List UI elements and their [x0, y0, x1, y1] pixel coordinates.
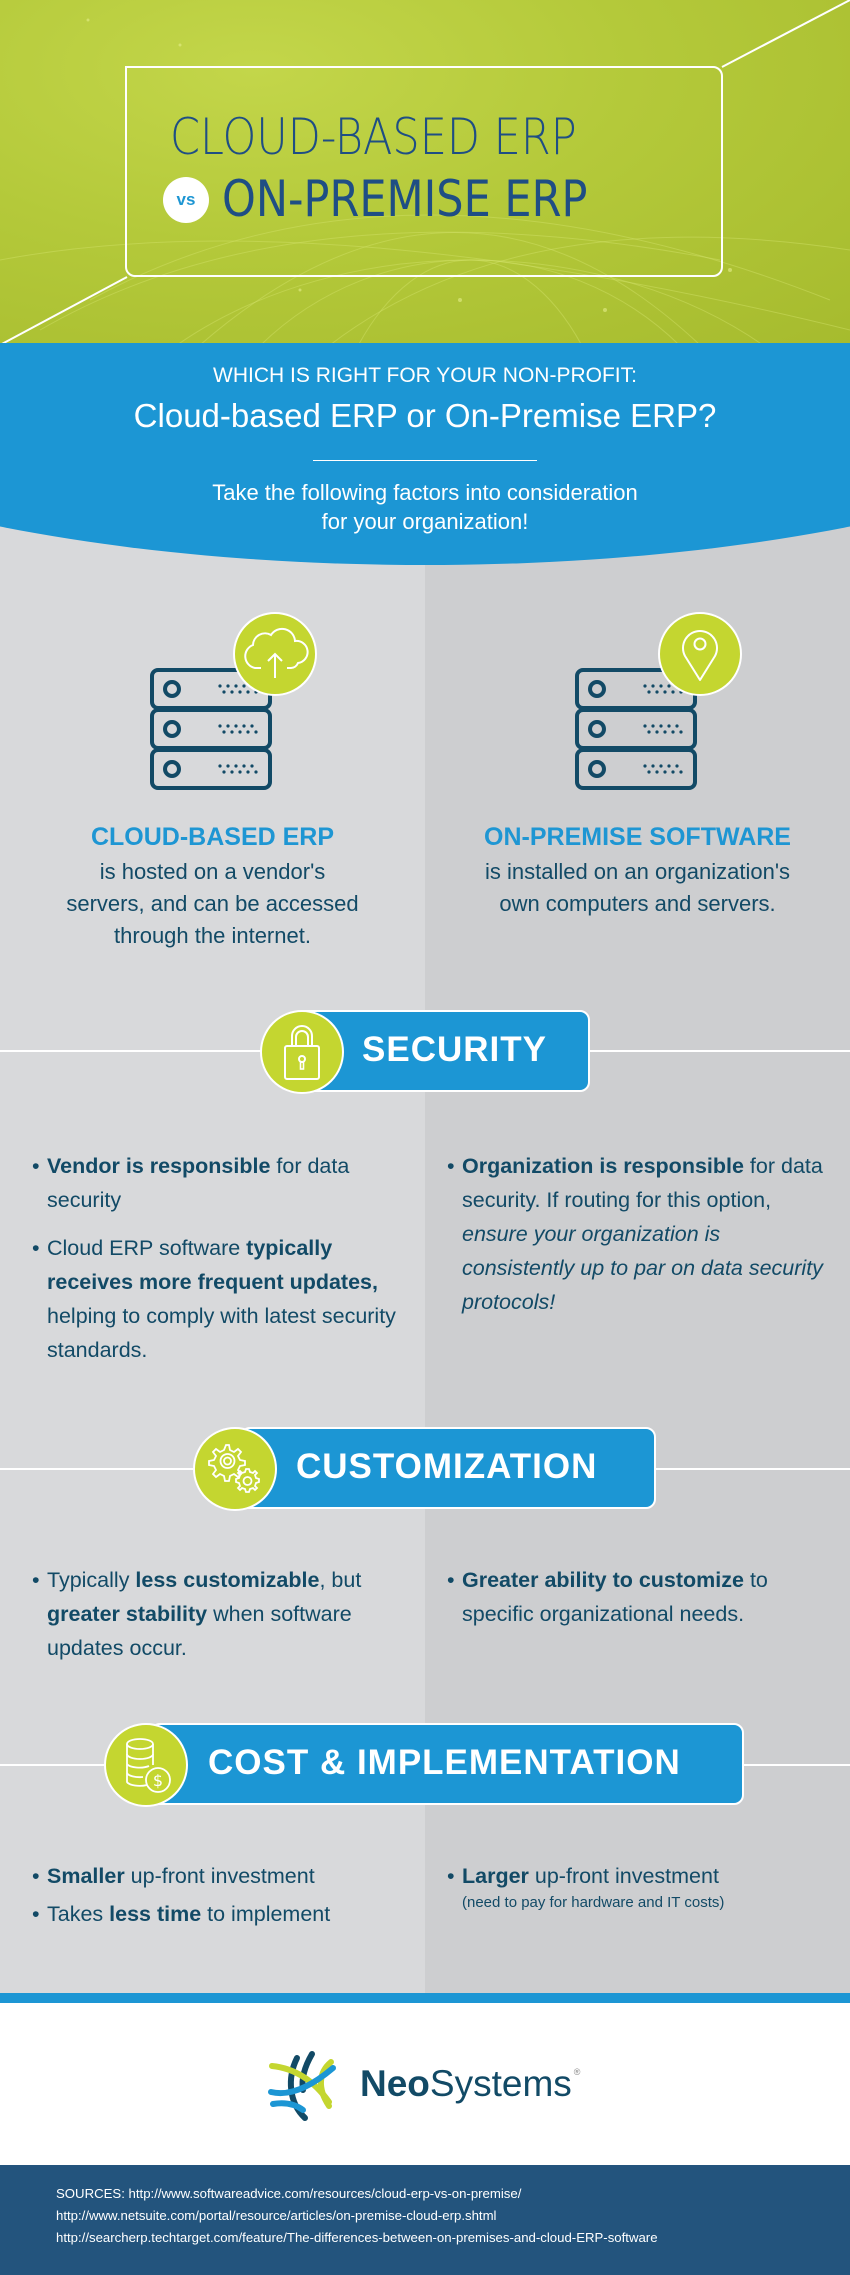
intro-subtitle-line: Take the following factors into consider…	[212, 480, 638, 505]
cloud-definition-title: CLOUD-BASED ERP	[90, 823, 335, 851]
location-pin-icon	[682, 630, 718, 681]
definition-line: servers, and can be accessed	[66, 891, 359, 916]
bullet-emphasis: Smaller	[47, 1864, 125, 1888]
bullet-dot: •	[447, 1154, 455, 1178]
hero-banner: CLOUD-BASED ERP vs ON-PREMISE ERP	[0, 0, 850, 345]
title-cloud-erp: CLOUD-BASED ERP	[170, 108, 577, 166]
customization-title: CUSTOMIZATION	[296, 1447, 598, 1486]
perspective-line-left	[0, 276, 128, 345]
perspective-line-right	[721, 0, 850, 68]
bullet-emphasis: Larger	[462, 1864, 529, 1888]
bullet-emphasis: greater stability	[47, 1602, 208, 1626]
cost-title: COST & IMPLEMENTATION	[208, 1743, 681, 1782]
bullet-item: • Cloud ERP software typically receives …	[32, 1231, 412, 1367]
bullet-item: • Vendor is responsible for data securit…	[32, 1149, 412, 1217]
bullet-emphasis: Vendor is responsible	[47, 1154, 271, 1178]
vs-badge: vs	[163, 177, 209, 223]
onpremise-definition-body: is installed on an organization's own co…	[425, 856, 850, 920]
neosystems-logo-mark	[268, 2051, 336, 2121]
sources-section: SOURCES: http://www.softwareadvice.com/r…	[0, 2165, 850, 2275]
source-link[interactable]: SOURCES: http://www.softwareadvice.com/r…	[56, 2183, 850, 2205]
bullet-dot: •	[447, 1568, 455, 1592]
intro-divider	[313, 460, 537, 461]
bullet-emphasis: Organization is responsible	[462, 1154, 744, 1178]
bullet-item: • Smaller up-front investment	[32, 1859, 412, 1893]
intro-subtitle: Take the following factors into consider…	[0, 478, 850, 536]
bullet-text: , but	[319, 1568, 362, 1592]
definition-line: is hosted on a vendor's	[99, 859, 326, 884]
source-link[interactable]: http://www.netsuite.com/portal/resource/…	[56, 2205, 850, 2227]
location-badge	[658, 612, 742, 696]
infographic: CLOUD-BASED ERP vs ON-PREMISE ERP WHICH …	[0, 0, 850, 2275]
cost-badge: $	[104, 1723, 188, 1807]
intro-subtitle-line: for your organization!	[321, 509, 529, 534]
security-onpremise-points: • Organization is responsible for data s…	[447, 1149, 832, 1333]
security-cloud-points: • Vendor is responsible for data securit…	[32, 1149, 412, 1381]
customization-badge	[193, 1427, 277, 1511]
bullet-item: • Typically less customizable, but great…	[32, 1563, 412, 1665]
svg-text:$: $	[153, 1771, 163, 1790]
bullet-item: • Organization is responsible for data s…	[447, 1149, 832, 1319]
bullet-emphasis: less customizable	[135, 1568, 320, 1592]
footer-band	[0, 1993, 850, 2003]
definition-line: own computers and servers.	[499, 891, 776, 916]
bullet-text: Cloud ERP software	[47, 1236, 247, 1260]
neosystems-logo-text: NeoSystems ®	[360, 2063, 580, 2105]
intro-kicker: WHICH IS RIGHT FOR YOUR NON-PROFIT:	[213, 364, 637, 387]
definition-line: is installed on an organization's	[484, 859, 791, 884]
bullet-emphasis: less time	[109, 1902, 202, 1926]
onpremise-definition-title: ON-PREMISE SOFTWARE	[484, 823, 791, 851]
security-badge	[260, 1010, 344, 1094]
bullet-text: Takes	[47, 1902, 110, 1926]
security-title: SECURITY	[362, 1030, 547, 1069]
bullet-dot: •	[32, 1568, 40, 1592]
coins-dollar-icon: $	[126, 1738, 171, 1793]
cloud-definition-body: is hosted on a vendor's servers, and can…	[0, 856, 425, 952]
customization-onpremise-points: • Greater ability to customize to specif…	[447, 1563, 832, 1645]
definition-line: through the internet.	[114, 923, 311, 948]
bullet-dot: •	[32, 1864, 40, 1888]
bullet-dot: •	[32, 1154, 40, 1178]
bullet-note: (need to pay for hardware and IT costs)	[462, 1894, 725, 1911]
bullet-dot: •	[32, 1236, 40, 1260]
gears-icon	[208, 1444, 260, 1493]
bullet-emphasis: Greater ability to customize	[462, 1568, 744, 1592]
cost-onpremise-points: • Larger up-front investment (need to pa…	[447, 1859, 832, 1927]
bullet-text: Typically	[47, 1568, 136, 1592]
intro-question: Cloud-based ERP or On-Premise ERP?	[133, 397, 717, 434]
cloud-badge	[233, 612, 317, 696]
padlock-icon	[284, 1025, 320, 1080]
logo-bold: Neo	[360, 2063, 430, 2104]
bullet-item: • Larger up-front investment (need to pa…	[447, 1859, 832, 1913]
logo-light: Systems	[429, 2063, 572, 2104]
registered-mark: ®	[573, 2067, 581, 2077]
cost-cloud-points: • Smaller up-front investment • Takes le…	[32, 1859, 412, 1945]
customization-cloud-points: • Typically less customizable, but great…	[32, 1563, 412, 1679]
bullet-text: up-front investment	[528, 1864, 719, 1888]
bullet-item: • Greater ability to customize to specif…	[447, 1563, 832, 1631]
bullet-text: up-front investment	[124, 1864, 315, 1888]
bullet-dot: •	[32, 1902, 40, 1926]
bullet-item: • Takes less time to implement	[32, 1897, 412, 1931]
bullet-text: helping to comply with latest security s…	[47, 1304, 396, 1362]
cloud-upload-icon	[244, 627, 309, 678]
bullet-text: to implement	[201, 1902, 331, 1926]
bullet-italic: ensure your organization is consistently…	[462, 1222, 823, 1314]
title-onpremise-erp: ON-PREMISE ERP	[222, 170, 588, 228]
source-link[interactable]: http://searcherp.techtarget.com/feature/…	[56, 2227, 850, 2249]
bullet-dot: •	[447, 1864, 455, 1888]
